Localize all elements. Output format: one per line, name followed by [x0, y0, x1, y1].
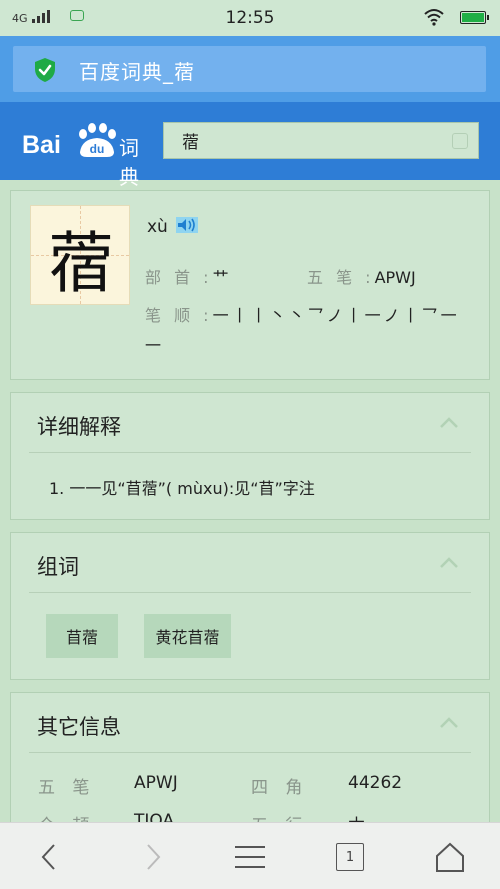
home-icon[interactable] [434, 841, 466, 873]
definition-item: 1. 一一见“苜蓿”( mùxu):见“苜”字注 [49, 479, 315, 498]
chevron-up-icon[interactable] [439, 417, 459, 429]
baidu-logo[interactable]: Bai du 词典 [22, 120, 152, 189]
info-label: 四 角 [251, 778, 309, 798]
tabs-button[interactable]: 1 [336, 843, 364, 871]
chevron-up-icon[interactable] [439, 717, 459, 729]
radical-row: 部 首 :艹 [145, 264, 229, 288]
words-card: 组词 苜蓿 黄花苜蓿 [10, 532, 490, 680]
divider [29, 752, 471, 753]
search-input[interactable] [164, 123, 478, 158]
pinyin: xù [147, 217, 168, 237]
menu-icon[interactable] [234, 841, 266, 873]
character: 蓿 [48, 225, 114, 302]
status-bar: 4G 12:55 [0, 0, 500, 36]
speaker-icon[interactable] [175, 215, 199, 235]
logo-paw-text: du [90, 142, 105, 156]
character-box: 蓿 [30, 205, 130, 305]
page-title: 百度词典_蓿 [79, 60, 195, 84]
logo-suffix: 词典 [119, 136, 139, 189]
clear-icon[interactable] [452, 133, 468, 149]
entry-card: 蓿 xù 部 首 :艹 五 笔 :APWJ 笔 顺 :一丨丨丶丶乛ノ丨一ノ丨乛一… [10, 190, 490, 380]
divider [29, 592, 471, 593]
detail-card: 详细解释 1. 一一见“苜蓿”( mùxu):见“苜”字注 [10, 392, 490, 520]
battery-icon [460, 11, 489, 24]
address-bar: 百度词典_蓿 [0, 36, 500, 102]
chevron-up-icon[interactable] [439, 557, 459, 569]
shield-check-icon [35, 58, 55, 82]
word-chip[interactable]: 苜蓿 [46, 614, 118, 658]
word-chip[interactable]: 黄花苜蓿 [144, 614, 231, 658]
forward-icon[interactable] [136, 841, 168, 873]
wubi-value: APWJ [374, 268, 416, 287]
strokes-row: 笔 顺 :一丨丨丶丶乛ノ丨一ノ丨乛一一 [145, 301, 475, 361]
wubi-row: 五 笔 :APWJ [307, 264, 416, 288]
other-title: 其它信息 [37, 715, 121, 739]
logo-text: Bai [22, 131, 61, 159]
info-value: 44262 [348, 773, 403, 793]
wifi-icon [424, 9, 444, 26]
radical-label: 部 首 : [145, 268, 213, 287]
wubi-label: 五 笔 : [307, 268, 375, 287]
divider [29, 452, 471, 453]
detail-title: 详细解释 [37, 415, 121, 439]
back-icon[interactable] [34, 841, 66, 873]
url-box[interactable]: 百度词典_蓿 [13, 46, 486, 92]
words-title: 组词 [37, 555, 79, 579]
site-header: Bai du 词典 [0, 102, 500, 189]
browser-toolbar: 1 [0, 822, 500, 889]
info-value: APWJ [134, 773, 178, 793]
radical-value: 艹 [212, 268, 229, 287]
search-box[interactable] [163, 122, 479, 159]
info-label: 五 笔 [38, 778, 96, 798]
tab-count: 1 [345, 849, 355, 865]
paw-icon: du [79, 123, 116, 157]
strokes-label: 笔 顺 : [145, 306, 213, 325]
